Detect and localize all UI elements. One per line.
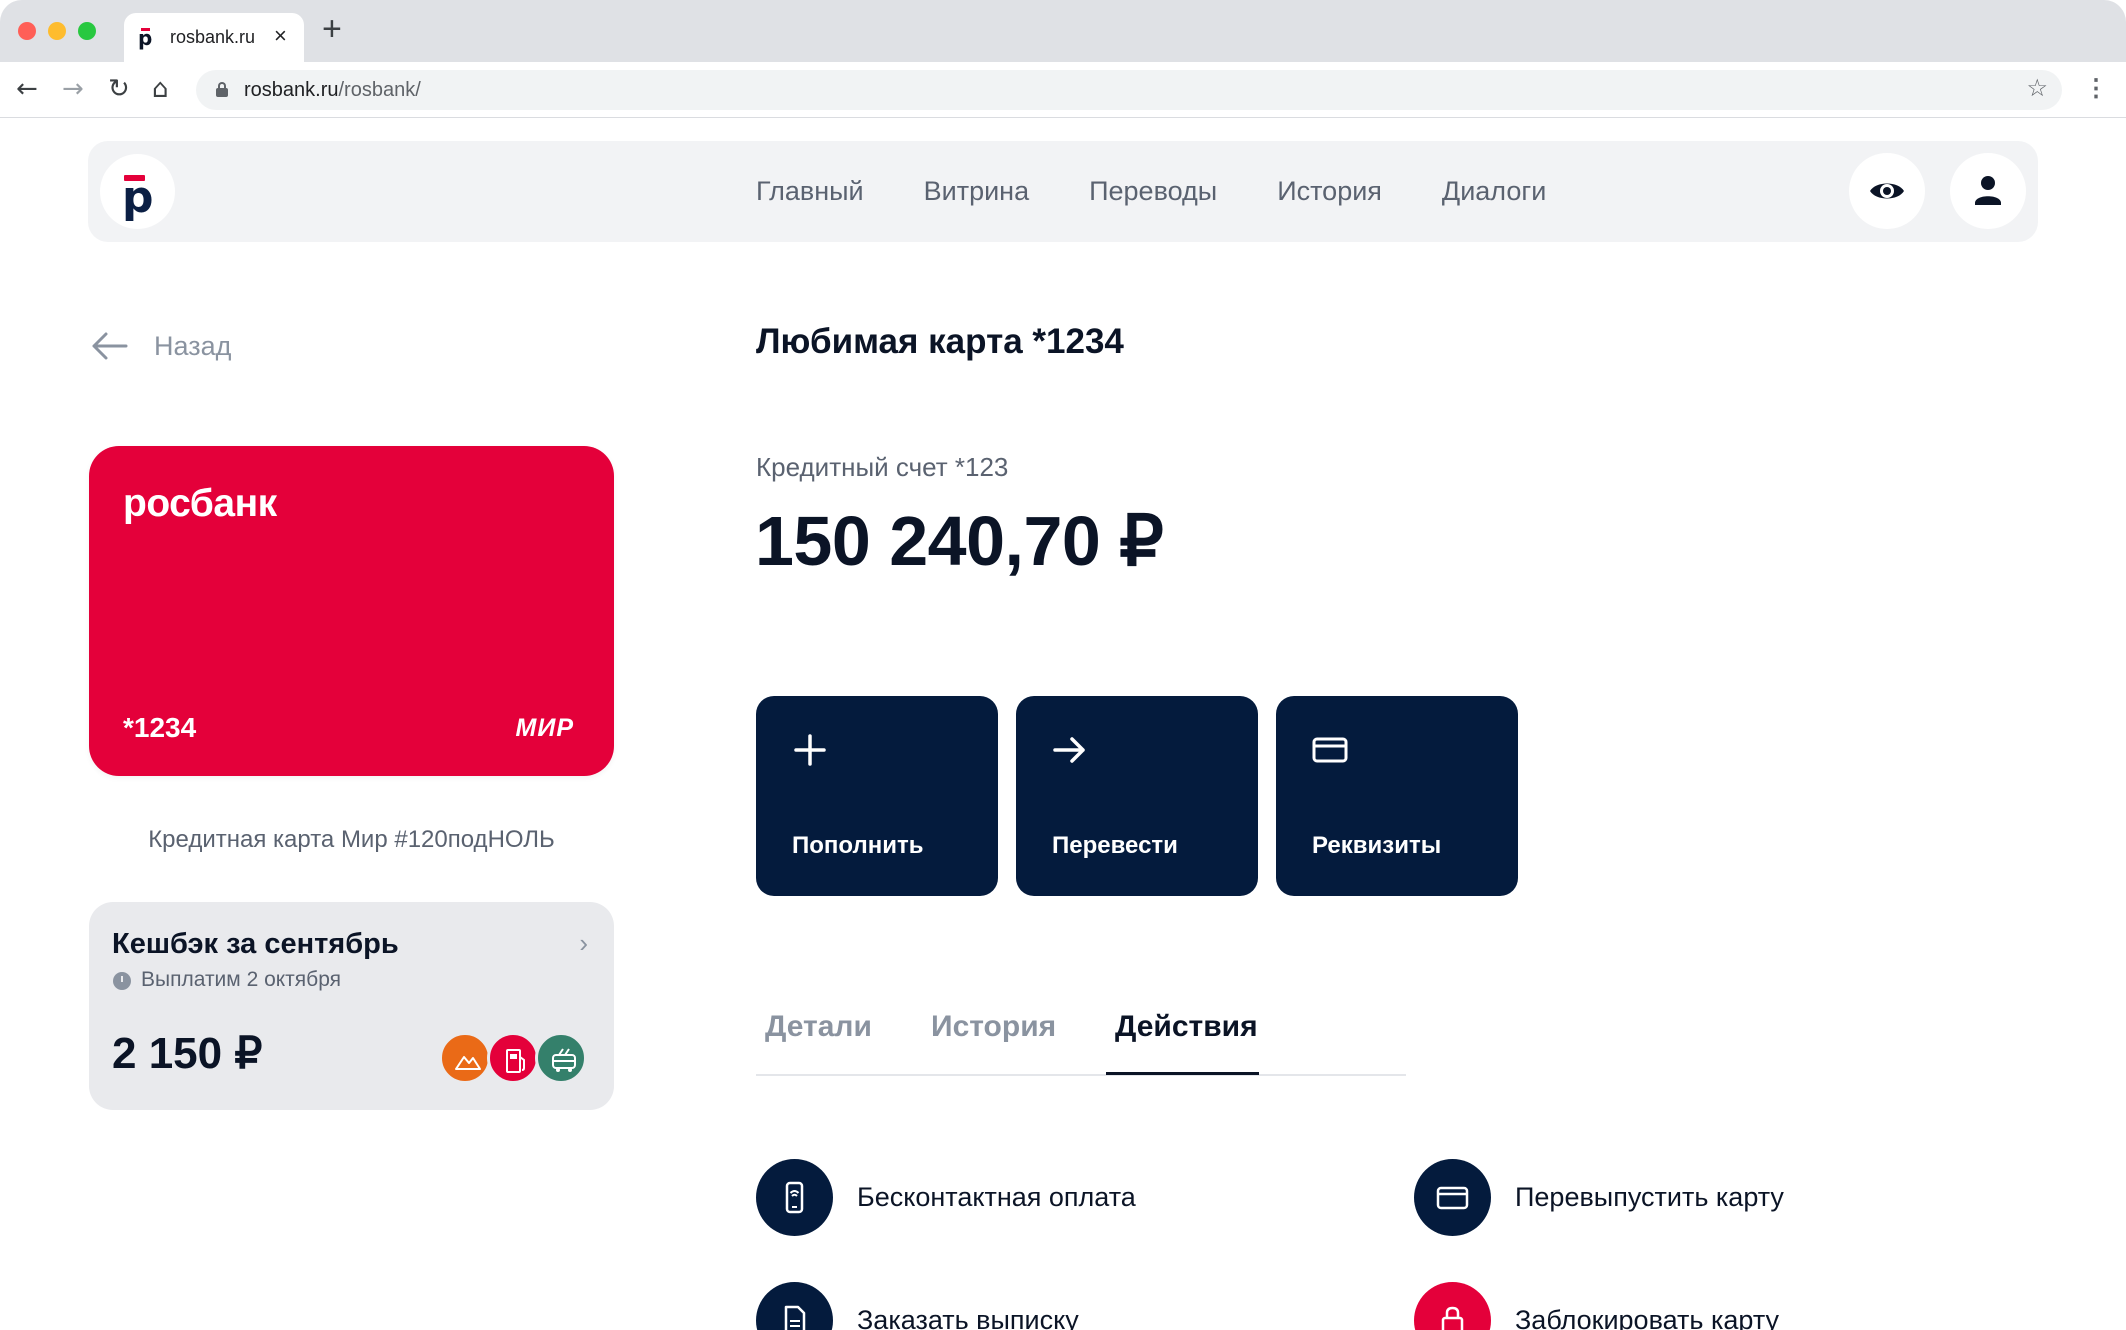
mountains-icon xyxy=(439,1032,491,1084)
arrow-left-icon xyxy=(92,332,128,360)
browser-tab-strip: р rosbank.ru × + xyxy=(0,0,2126,62)
nav-item-transfers[interactable]: Переводы xyxy=(1089,176,1217,207)
bookmark-star-icon[interactable]: ☆ xyxy=(2026,74,2048,103)
secure-lock-icon xyxy=(216,82,228,97)
browser-reload-icon[interactable]: ↻ xyxy=(108,74,130,104)
back-link-label: Назад xyxy=(154,330,232,361)
browser-menu-icon[interactable]: ⋮ xyxy=(2084,74,2108,104)
block-card-label: Заблокировать карту xyxy=(1515,1305,1779,1330)
active-tab-indicator xyxy=(1106,1072,1259,1075)
card-icon xyxy=(1414,1159,1491,1236)
plus-icon xyxy=(794,734,826,766)
chevron-right-icon: › xyxy=(579,928,588,958)
hide-balance-button[interactable] xyxy=(1849,153,1925,229)
browser-forward-icon[interactable]: → xyxy=(62,74,84,104)
tab-close-icon[interactable]: × xyxy=(274,23,287,49)
browser-tab[interactable]: р rosbank.ru × xyxy=(124,13,304,62)
mir-logo: МИР xyxy=(515,714,574,742)
contactless-payment-action[interactable]: Бесконтактная оплата xyxy=(756,1159,1136,1236)
browser-back-icon[interactable]: ← xyxy=(16,74,38,104)
page-title: Любимая карта *1234 xyxy=(756,322,1124,361)
requisites-button[interactable]: Реквизиты xyxy=(1276,696,1518,896)
bank-card[interactable]: росбанк *1234 МИР xyxy=(89,446,614,776)
card-product-name: Кредитная карта Мир #120подНОЛЬ xyxy=(148,826,555,853)
rosbank-logo[interactable]: р xyxy=(100,154,175,229)
lock-icon xyxy=(1414,1282,1491,1330)
card-brand-logo: росбанк xyxy=(123,482,277,525)
fuel-pump-icon xyxy=(487,1032,539,1084)
tab-details[interactable]: Детали xyxy=(765,1010,872,1044)
new-tab-button[interactable]: + xyxy=(322,12,342,46)
profile-button[interactable] xyxy=(1950,153,2026,229)
back-link[interactable]: Назад xyxy=(90,328,231,364)
order-statement-action[interactable]: Заказать выписку xyxy=(756,1282,1079,1330)
address-bar-url[interactable]: rosbank.ru/rosbank/ xyxy=(244,79,421,102)
quick-actions: Пополнить Перевести Реквизиты xyxy=(756,696,1518,896)
account-balance: 150 240,70 ₽ xyxy=(755,502,1164,580)
transfer-label: Перевести xyxy=(1052,832,1178,859)
cashback-widget[interactable]: Кешбэк за сентябрь › Выплатим 2 октября … xyxy=(89,902,614,1110)
window-close-button[interactable] xyxy=(18,22,36,40)
window-maximize-button[interactable] xyxy=(78,22,96,40)
order-statement-label: Заказать выписку xyxy=(857,1305,1079,1330)
nav-item-main[interactable]: Главный xyxy=(756,176,864,207)
transfer-button[interactable]: Перевести xyxy=(1016,696,1258,896)
cashback-title: Кешбэк за сентябрь xyxy=(112,928,399,960)
cashback-amount: 2 150 ₽ xyxy=(112,1029,263,1078)
card-number: *1234 xyxy=(123,712,197,743)
window-minimize-button[interactable] xyxy=(48,22,66,40)
logo-accent-bar xyxy=(124,175,145,181)
user-icon xyxy=(1975,176,2001,205)
arrow-right-icon xyxy=(1053,737,1085,763)
rosbank-favicon-icon: р xyxy=(138,27,158,49)
tab-history[interactable]: История xyxy=(931,1010,1056,1044)
card-tabs: Детали История Действия xyxy=(756,1000,1406,1076)
browser-home-icon[interactable]: ⌂ xyxy=(152,74,169,104)
trolleybus-icon xyxy=(535,1032,587,1084)
reissue-card-label: Перевыпустить карту xyxy=(1515,1182,1784,1212)
main-navigation: Главный Витрина Переводы История Диалоги xyxy=(756,141,1606,242)
top-up-label: Пополнить xyxy=(792,832,924,859)
app-header: р Главный Витрина Переводы История Диало… xyxy=(88,141,2038,242)
clock-icon xyxy=(113,972,131,990)
block-card-action[interactable]: Заблокировать карту xyxy=(1414,1282,1779,1330)
nav-item-dialogs[interactable]: Диалоги xyxy=(1442,176,1546,207)
card-icon xyxy=(1312,737,1348,763)
browser-toolbar: ← → ↻ ⌂ rosbank.ru/rosbank/ ☆ ⋮ xyxy=(0,62,2126,118)
requisites-label: Реквизиты xyxy=(1312,832,1442,859)
tab-actions[interactable]: Действия xyxy=(1115,1010,1258,1044)
eye-icon xyxy=(1870,183,1904,199)
address-bar[interactable]: rosbank.ru/rosbank/ ☆ xyxy=(196,70,2062,110)
top-up-button[interactable]: Пополнить xyxy=(756,696,998,896)
account-label: Кредитный счет *123 xyxy=(756,452,1009,482)
nav-item-showcase[interactable]: Витрина xyxy=(924,176,1029,207)
document-icon xyxy=(756,1282,833,1330)
reissue-card-action[interactable]: Перевыпустить карту xyxy=(1414,1159,1784,1236)
cashback-payout-date: Выплатим 2 октября xyxy=(141,968,342,991)
browser-tab-title: rosbank.ru xyxy=(170,27,256,47)
contactless-phone-icon xyxy=(756,1159,833,1236)
contactless-payment-label: Бесконтактная оплата xyxy=(857,1182,1136,1212)
nav-item-history[interactable]: История xyxy=(1277,176,1382,207)
